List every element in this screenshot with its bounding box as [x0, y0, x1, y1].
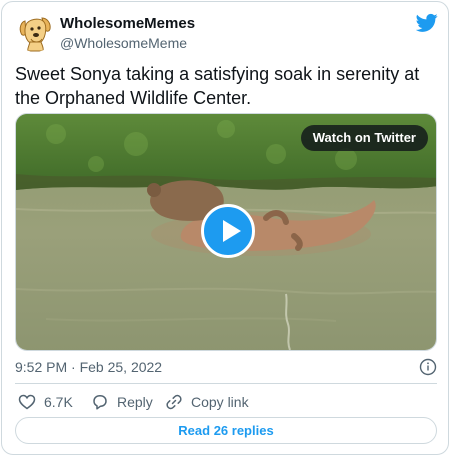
play-icon[interactable] — [201, 204, 255, 258]
author-name[interactable]: WholesomeMemes — [60, 15, 195, 32]
copy-link-label: Copy link — [191, 394, 249, 410]
avatar[interactable] — [15, 12, 55, 52]
read-replies-button[interactable]: Read 26 replies — [15, 417, 437, 444]
twitter-bird-icon[interactable] — [416, 13, 438, 33]
tweet-card: WholesomeMemes @WholesomeMeme Sweet Sony… — [1, 1, 449, 455]
reply-button[interactable]: Reply — [91, 392, 153, 412]
like-button[interactable]: 6.7K — [18, 392, 73, 412]
video-media[interactable]: Watch on Twitter — [15, 113, 437, 351]
tweet-text: Sweet Sonya taking a satisfying soak in … — [15, 64, 420, 108]
like-count: 6.7K — [44, 394, 73, 410]
author-handle[interactable]: @WholesomeMeme — [60, 35, 187, 51]
dog-avatar-icon — [15, 12, 55, 52]
divider — [15, 383, 437, 384]
reply-label: Reply — [117, 394, 153, 410]
watch-on-twitter-button[interactable]: Watch on Twitter — [300, 125, 428, 151]
copy-link-button[interactable]: Copy link — [165, 392, 249, 412]
reply-bubble-icon — [93, 395, 107, 410]
heart-icon — [18, 394, 36, 410]
info-icon[interactable] — [419, 358, 437, 376]
link-icon — [166, 394, 182, 410]
tweet-timestamp[interactable]: 9:52 PM · Feb 25, 2022 — [15, 359, 162, 375]
